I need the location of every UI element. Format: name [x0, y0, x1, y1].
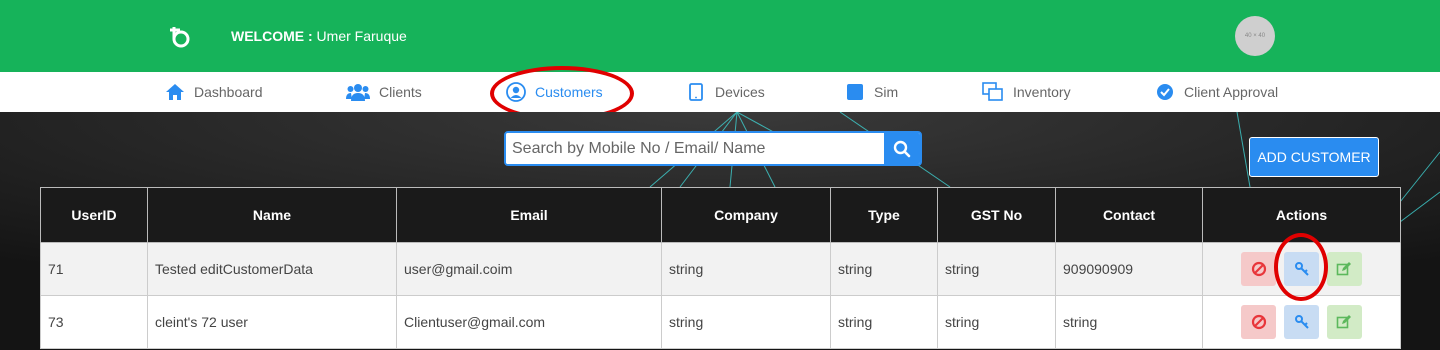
cell-email: Clientuser@gmail.com [396, 295, 662, 349]
cell-company: string [661, 242, 831, 296]
edit-button[interactable] [1326, 305, 1362, 339]
nav-item-inventory[interactable]: Inventory [982, 72, 1071, 112]
nav-label-inventory: Inventory [1013, 84, 1071, 100]
nav-label-clients: Clients [379, 84, 422, 100]
reset-password-button[interactable] [1284, 305, 1319, 339]
cell-email: user@gmail.coim [396, 242, 662, 296]
key-button-highlight-ring [1274, 233, 1328, 301]
main-nav: Dashboard Clients Customers Devices Sim … [0, 72, 1440, 112]
column-header-name[interactable]: Name [147, 187, 397, 243]
table-row: 71 Tested editCustomerData user@gmail.co… [40, 242, 1401, 296]
nav-item-dashboard[interactable]: Dashboard [165, 72, 263, 112]
cell-type: string [830, 295, 938, 349]
cell-company: string [661, 295, 831, 349]
user-name: Umer Faruque [316, 28, 407, 44]
cell-gst-no: string [937, 242, 1056, 296]
cell-name: Tested editCustomerData [147, 242, 397, 296]
block-button[interactable] [1241, 305, 1277, 339]
nav-label-sim: Sim [874, 84, 899, 100]
cell-name: cleint's 72 user [147, 295, 397, 349]
avatar[interactable]: 40 × 40 [1235, 16, 1275, 56]
welcome-label: WELCOME : [231, 28, 313, 44]
block-button[interactable] [1241, 252, 1277, 286]
inventory-icon [982, 82, 1004, 102]
column-header-email[interactable]: Email [396, 187, 662, 243]
top-header: WELCOME : Umer Faruque 40 × 40 [0, 0, 1440, 72]
search-button[interactable] [884, 133, 920, 164]
cell-actions [1202, 295, 1401, 349]
customers-table: UserID Name Email Company Type GST No Co… [40, 187, 1401, 349]
ban-icon [1251, 314, 1266, 330]
column-header-contact[interactable]: Contact [1055, 187, 1203, 243]
nav-item-devices[interactable]: Devices [686, 72, 765, 112]
cell-userid: 73 [40, 295, 148, 349]
tablet-icon [686, 82, 706, 102]
welcome-message: WELCOME : Umer Faruque [231, 28, 407, 44]
customer-search-bar [504, 131, 922, 166]
cell-type: string [830, 242, 938, 296]
column-header-userid[interactable]: UserID [40, 187, 148, 243]
column-header-gst-no[interactable]: GST No [937, 187, 1056, 243]
table-header-row: UserID Name Email Company Type GST No Co… [40, 187, 1401, 243]
cell-gst-no: string [937, 295, 1056, 349]
edit-icon [1337, 315, 1352, 329]
search-input[interactable] [506, 133, 884, 164]
home-icon [165, 82, 185, 102]
key-icon [1294, 315, 1309, 329]
ban-icon [1251, 261, 1266, 277]
brand-logo-icon[interactable] [166, 22, 196, 52]
nav-item-clients[interactable]: Clients [346, 72, 422, 112]
nav-label-dashboard: Dashboard [194, 84, 263, 100]
nav-label-client-approval: Client Approval [1184, 84, 1279, 100]
table-row: 73 cleint's 72 user Clientuser@gmail.com… [40, 295, 1401, 349]
nav-item-client-approval[interactable]: Client Approval [1155, 72, 1278, 112]
nav-label-devices: Devices [715, 84, 765, 100]
users-icon [346, 82, 370, 102]
column-header-company[interactable]: Company [661, 187, 831, 243]
check-circle-icon [1155, 82, 1175, 102]
search-icon [893, 140, 911, 157]
column-header-type[interactable]: Type [830, 187, 938, 243]
cell-contact: string [1055, 295, 1203, 349]
cell-userid: 71 [40, 242, 148, 296]
edit-icon [1337, 262, 1352, 276]
edit-button[interactable] [1326, 252, 1362, 286]
cell-contact: 909090909 [1055, 242, 1203, 296]
nav-item-sim[interactable]: Sim [845, 72, 898, 112]
sim-square-icon [845, 82, 865, 102]
add-customer-button[interactable]: ADD CUSTOMER [1249, 137, 1379, 177]
